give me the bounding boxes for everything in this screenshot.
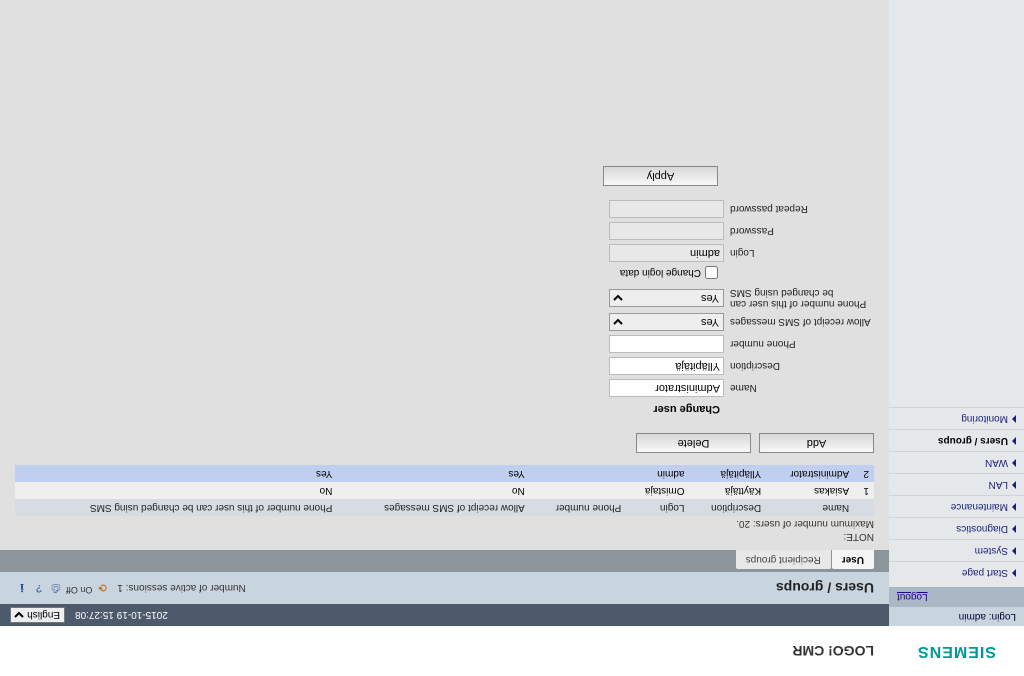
- tab-recipient-groups[interactable]: Recipient groups: [736, 550, 831, 569]
- note-label: NOTE:: [15, 531, 874, 542]
- logout-row: Logout: [889, 587, 1024, 607]
- nav-item-diagnostics[interactable]: Diagnostics: [889, 517, 1024, 539]
- tab-user[interactable]: User: [832, 550, 874, 569]
- change-sms-label: Phone number of this user can be changed…: [724, 287, 874, 309]
- chevron-right-icon: [1012, 525, 1016, 533]
- chevron-right-icon: [1012, 547, 1016, 555]
- chevron-right-icon: [1012, 459, 1016, 467]
- nav: Start pageSystemDiagnosticsMaintenanceLA…: [889, 0, 1024, 587]
- tabbar: UserRecipient groups: [0, 550, 889, 572]
- chevron-right-icon: [1012, 503, 1016, 511]
- chevron-right-icon: [1012, 481, 1016, 489]
- nav-item-maintenance[interactable]: Maintenance: [889, 495, 1024, 517]
- column-header: Phone number of this user can be changed…: [15, 499, 337, 516]
- table-cell: Ylläpitäjä: [689, 465, 766, 482]
- nav-item-start-page[interactable]: Start page: [889, 561, 1024, 583]
- brand-text: SIEMENS: [917, 642, 996, 660]
- product-title: LOGO! CMR: [792, 643, 874, 659]
- table-row[interactable]: 2AdministratorYlläpitäjäadmin YesYes: [15, 465, 874, 482]
- change-sms-select[interactable]: Yes: [609, 289, 724, 307]
- datetime: 2015-10-19 15:27:08: [75, 610, 168, 621]
- description-input[interactable]: [609, 357, 724, 375]
- chevron-right-icon: [1012, 569, 1016, 577]
- status-icons: ⟳ On Off ⎙ ? ℹ: [15, 581, 109, 595]
- column-header: Phone number: [530, 499, 627, 516]
- table-cell: Asiakas: [766, 482, 854, 499]
- column-header: Login: [626, 499, 689, 516]
- table-cell: Käyttäjä: [689, 482, 766, 499]
- info-icon[interactable]: ℹ: [15, 581, 29, 595]
- sessions-label: Number of active sessions: 1: [117, 583, 245, 594]
- column-header: Allow receipt of SMS messages: [337, 499, 529, 516]
- brand-logo: SIEMENS: [889, 626, 1024, 676]
- delete-button[interactable]: Delete: [636, 433, 751, 453]
- repeat-password-label: Repeat password: [724, 204, 874, 215]
- refresh-icon[interactable]: ⟳: [95, 581, 109, 595]
- table-cell: Yes: [337, 465, 529, 482]
- on-off-label: On Off: [66, 581, 92, 595]
- head-right: Number of active sessions: 1 ⟳ On Off ⎙ …: [15, 581, 246, 595]
- table-cell: 2: [854, 465, 874, 482]
- form-section-title: Change user: [15, 403, 720, 415]
- topbar: LOGO! CMR: [0, 626, 889, 676]
- column-header: [854, 499, 874, 516]
- statusbar: 2015-10-19 15:27:08 English: [0, 604, 889, 626]
- login-input[interactable]: [609, 244, 724, 262]
- nav-item-users-groups[interactable]: Users / groups: [889, 429, 1024, 451]
- content: NOTE: Maximum number of users: 20. NameD…: [0, 0, 889, 550]
- table-cell: [530, 465, 627, 482]
- nav-item-lan[interactable]: LAN: [889, 473, 1024, 495]
- login-info: Login: admin: [889, 607, 1024, 626]
- table-buttons: Add Delete: [15, 433, 874, 453]
- table-cell: No: [15, 482, 337, 499]
- name-label: Name: [724, 383, 874, 394]
- phone-label: Phone number: [724, 339, 874, 350]
- users-table: NameDescriptionLoginPhone numberAllow re…: [15, 465, 874, 516]
- print-icon[interactable]: ⎙: [49, 581, 63, 595]
- note-text: Maximum number of users: 20.: [15, 518, 874, 529]
- table-cell: Yes: [15, 465, 337, 482]
- language-select[interactable]: English: [10, 607, 65, 623]
- table-cell: 1: [854, 482, 874, 499]
- nav-item-monitoring[interactable]: Monitoring: [889, 407, 1024, 429]
- sidebar: SIEMENS Login: admin Logout Start pageSy…: [889, 0, 1024, 676]
- chevron-right-icon: [1012, 437, 1016, 445]
- allow-sms-select[interactable]: Yes: [609, 313, 724, 331]
- name-input[interactable]: [609, 379, 724, 397]
- login-label: Login: [724, 248, 874, 259]
- main: LOGO! CMR 2015-10-19 15:27:08 English Us…: [0, 0, 889, 676]
- phone-input[interactable]: [609, 335, 724, 353]
- description-label: Description: [724, 361, 874, 372]
- change-login-label: Change login data: [620, 267, 701, 278]
- table-cell: admin: [626, 465, 689, 482]
- table-cell: Administrator: [766, 465, 854, 482]
- allow-sms-label: Allow receipt of SMS messages: [724, 317, 874, 328]
- password-input[interactable]: [609, 222, 724, 240]
- table-cell: [530, 482, 627, 499]
- nav-item-system[interactable]: System: [889, 539, 1024, 561]
- page-title: Users / groups: [776, 580, 874, 596]
- password-label: Password: [724, 226, 874, 237]
- repeat-password-input[interactable]: [609, 200, 724, 218]
- table-cell: Omistaja: [626, 482, 689, 499]
- change-login-checkbox[interactable]: [705, 266, 718, 279]
- table-cell: No: [337, 482, 529, 499]
- nav-item-wan[interactable]: WAN: [889, 451, 1024, 473]
- table-row[interactable]: 1AsiakasKäyttäjäOmistaja NoNo: [15, 482, 874, 499]
- add-button[interactable]: Add: [759, 433, 874, 453]
- column-header: Name: [766, 499, 854, 516]
- apply-button[interactable]: Apply: [603, 166, 718, 186]
- logout-link[interactable]: Logout: [897, 591, 928, 602]
- change-user-form: Change user Name Description Phone numbe…: [15, 166, 874, 415]
- page-head: Users / groups Number of active sessions…: [0, 572, 889, 604]
- chevron-right-icon: [1012, 415, 1016, 423]
- help-icon[interactable]: ?: [32, 581, 46, 595]
- column-header: Description: [689, 499, 766, 516]
